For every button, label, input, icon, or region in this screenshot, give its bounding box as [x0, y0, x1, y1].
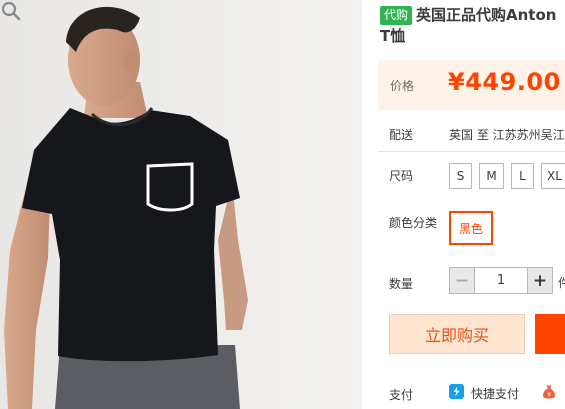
divider — [378, 151, 565, 152]
size-options: S M L XL — [449, 163, 565, 189]
color-label: 颜色分类 — [389, 216, 438, 230]
product-image[interactable] — [0, 0, 362, 409]
quantity-input[interactable]: 1 — [475, 267, 527, 294]
size-option-l[interactable]: L — [511, 163, 534, 189]
quantity-decrease-button[interactable]: − — [449, 267, 475, 294]
zoom-icon[interactable] — [0, 0, 22, 22]
product-title-line2: T恤 — [380, 27, 406, 45]
svg-text:¥: ¥ — [547, 391, 551, 398]
add-to-cart-button[interactable] — [535, 314, 565, 354]
shipping-label: 配送 — [389, 128, 414, 142]
size-option-m[interactable]: M — [479, 163, 504, 189]
quantity-unit: 件 — [558, 276, 565, 290]
size-option-s[interactable]: S — [449, 163, 472, 189]
color-option-black[interactable]: 黑色 — [449, 211, 493, 245]
quantity-stepper: − 1 + — [449, 267, 553, 294]
quick-pay-icon — [449, 384, 464, 399]
price-label: 价格 — [390, 79, 415, 93]
payment-method: 快捷支付 — [471, 387, 520, 401]
daigou-badge: 代购 — [380, 6, 413, 25]
payment-label: 支付 — [389, 388, 414, 402]
buy-now-button[interactable]: 立即购买 — [389, 314, 525, 354]
money-bag-icon: ¥ — [543, 385, 555, 399]
quantity-increase-button[interactable]: + — [527, 267, 553, 294]
product-photo — [0, 0, 362, 409]
product-title: 代购 英国正品代购Anton — [380, 4, 556, 26]
shipping-destination[interactable]: 英国 至 江苏苏州吴江 — [449, 126, 565, 143]
size-option-xl[interactable]: XL — [541, 163, 565, 189]
product-info-panel: 代购 英国正品代购Anton T恤 价格 ¥449.00 配送 英国 至 江苏苏州… — [375, 0, 565, 409]
quantity-label: 数量 — [389, 277, 414, 291]
price-value: ¥449.00 — [448, 68, 561, 96]
size-label: 尺码 — [389, 169, 414, 183]
product-title-line1: 英国正品代购Anton — [416, 6, 557, 24]
price-box: 价格 ¥449.00 — [378, 60, 565, 110]
